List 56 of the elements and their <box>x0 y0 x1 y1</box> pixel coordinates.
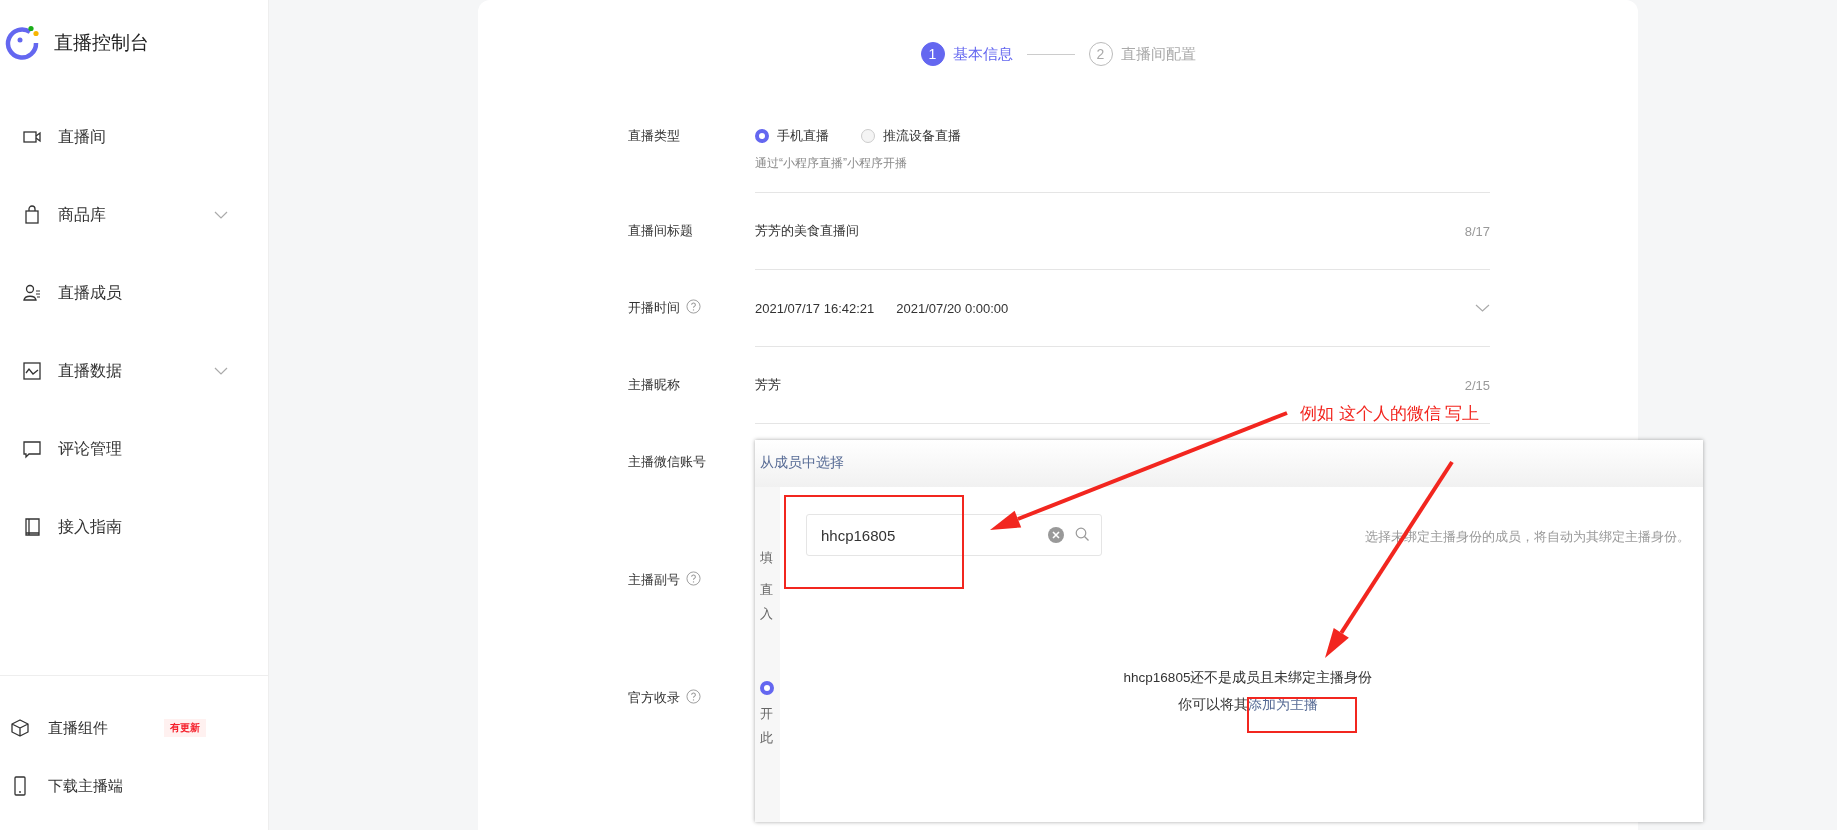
char-counter: 8/17 <box>1464 223 1490 239</box>
hint-text: 通过“小程序直播”小程序开播 <box>755 155 907 172</box>
select-from-members-link[interactable]: 从成员中选择 <box>760 454 844 470</box>
field-value[interactable]: 芳芳 <box>755 376 1465 394</box>
chevron-icon <box>214 211 228 219</box>
clear-icon[interactable] <box>1048 527 1064 543</box>
logo-icon <box>4 25 40 61</box>
sidebar-item[interactable]: 下载主播端 <box>0 757 268 815</box>
radio-button[interactable] <box>755 129 769 143</box>
annotation-note: 例如 这个人的微信 写上 <box>1300 403 1480 425</box>
field-label: 主播微信账号 <box>628 453 706 471</box>
chevron-icon <box>214 367 228 375</box>
field-label: 主播副号 <box>628 571 680 589</box>
update-badge: 有更新 <box>164 719 206 737</box>
cube-icon <box>10 718 30 738</box>
shopping-bag-icon <box>22 205 42 225</box>
field-value[interactable]: 芳芳的美食直播间 <box>755 222 1465 240</box>
sidebar-item[interactable]: 直播组件 有更新 <box>0 699 268 757</box>
option-label: 手机直播 <box>777 127 829 145</box>
status-message: hhcp16805还不是成员且未绑定主播身份 <box>1123 669 1373 687</box>
person-icon <box>22 283 42 303</box>
help-icon <box>686 299 701 314</box>
search-field[interactable]: hhcp16805 <box>806 514 1102 556</box>
step[interactable]: 1 基本信息 <box>920 42 1013 66</box>
sidebar-item[interactable]: 接入指南 <box>0 488 268 566</box>
field-label: 直播类型 <box>628 127 680 145</box>
start-time[interactable]: 2021/07/17 16:42:21 <box>755 300 875 316</box>
book-icon <box>22 517 42 537</box>
sidebar-item[interactable]: 直播间 <box>0 98 268 176</box>
cropped-text: 此 <box>760 729 774 747</box>
sidebar-item[interactable]: 直播成员 <box>0 254 268 332</box>
search-icon[interactable] <box>1075 527 1090 542</box>
radio-button[interactable] <box>760 681 774 695</box>
radio-option[interactable]: 手机直播 <box>755 127 829 145</box>
comment-icon <box>22 439 42 459</box>
cropped-text: 开 <box>760 705 774 723</box>
cropped-text: 入 <box>760 605 774 623</box>
radio-button[interactable] <box>861 129 875 143</box>
field-label: 官方收录 <box>628 689 680 707</box>
field-label: 直播间标题 <box>628 222 693 240</box>
sidebar-item[interactable]: 直播数据 <box>0 332 268 410</box>
char-counter: 2/15 <box>1464 377 1490 393</box>
sidebar-item[interactable]: 商品库 <box>0 176 268 254</box>
cropped-text: 填 <box>760 549 774 567</box>
sidebar-item[interactable]: 评论管理 <box>0 410 268 488</box>
radio-option[interactable]: 推流设备直播 <box>861 127 961 145</box>
help-icon <box>686 689 701 704</box>
field-label: 主播昵称 <box>628 376 680 394</box>
help-icon <box>686 571 701 586</box>
chart-icon <box>22 361 42 381</box>
cropped-text: 直 <box>760 581 774 599</box>
option-label: 推流设备直播 <box>883 127 961 145</box>
end-time[interactable]: 2021/07/20 0:00:00 <box>896 300 1009 316</box>
chevron-icon[interactable] <box>1475 304 1490 312</box>
field-label: 开播时间 <box>628 299 680 317</box>
app-title: 直播控制台 <box>54 31 149 55</box>
